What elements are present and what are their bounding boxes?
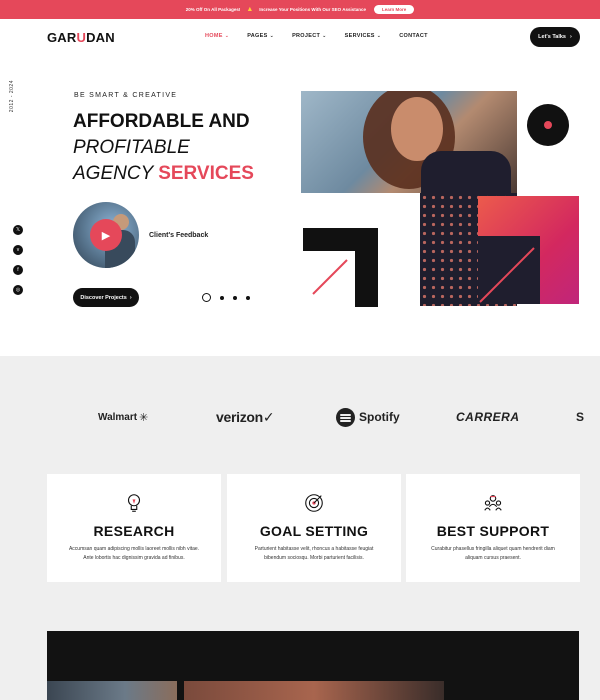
nav-item-home[interactable]: HOME ⌄ bbox=[205, 33, 229, 39]
card-desc: Curabitur phasellus fringilla aliquet qu… bbox=[431, 546, 555, 561]
instagram-icon[interactable]: ◎ bbox=[13, 285, 23, 295]
nav-item-project[interactable]: PROJECT ⌄ bbox=[292, 33, 327, 39]
card-title: GOAL SETTING bbox=[259, 523, 369, 539]
slider-dot-4[interactable] bbox=[246, 295, 250, 300]
hero-black-shape bbox=[303, 228, 378, 307]
promo-text: 20% Off On All Packages! bbox=[185, 7, 241, 12]
hero-line-2: PROFITABLE bbox=[73, 137, 190, 158]
vimeo-icon[interactable]: v bbox=[13, 245, 23, 255]
brand-carrera[interactable]: CARRERA bbox=[456, 405, 520, 429]
fire-icon: ▲ bbox=[246, 6, 254, 13]
brand-partial-label: S bbox=[576, 410, 585, 424]
brand-verizon[interactable]: verizon ✓ bbox=[216, 405, 275, 429]
hero-line-3-accent: SERVICES bbox=[158, 163, 254, 184]
nav-label: HOME bbox=[205, 33, 223, 39]
brand-logos: Walmart ✳ verizon ✓ Spotify CARRERA S bbox=[98, 405, 600, 429]
hero-photo-woman bbox=[301, 91, 517, 193]
chevron-right-icon: › bbox=[129, 294, 132, 301]
portfolio-thumb-1[interactable] bbox=[47, 681, 177, 700]
brand-walmart[interactable]: Walmart ✳ bbox=[98, 405, 148, 429]
slider-dot-2[interactable] bbox=[220, 295, 224, 300]
portfolio-thumb-2[interactable] bbox=[184, 681, 444, 700]
facebook-icon[interactable]: f bbox=[13, 265, 23, 275]
slider-dot-3[interactable] bbox=[233, 295, 237, 300]
brand-partial[interactable]: S bbox=[576, 405, 584, 429]
lightbulb-head-icon bbox=[127, 494, 141, 512]
slider-pagination bbox=[202, 293, 250, 302]
nav-item-services[interactable]: SERVICES ⌄ bbox=[345, 33, 382, 39]
gradient-shape-svg bbox=[478, 236, 540, 304]
chevron-right-icon: › bbox=[569, 34, 572, 40]
years-label: 2012 - 2024 bbox=[9, 80, 15, 113]
card-desc: Parturient habitasse velit, rhoncus a ha… bbox=[254, 546, 374, 561]
spotify-icon bbox=[336, 407, 355, 427]
brand-carrera-label: CARRERA bbox=[456, 410, 520, 424]
play-icon[interactable]: ▶ bbox=[90, 219, 122, 251]
chevron-down-icon: ⌄ bbox=[322, 33, 327, 39]
nav-item-pages[interactable]: PAGES ⌄ bbox=[247, 33, 274, 39]
feedback-video[interactable]: ▶ bbox=[73, 202, 139, 268]
client-feedback: ▶ Client's Feedback bbox=[73, 202, 208, 268]
nav-label: CONTACT bbox=[399, 33, 428, 39]
brand-verizon-label: verizon bbox=[216, 409, 263, 425]
badge-center bbox=[544, 121, 552, 129]
service-card-research[interactable]: RESEARCH Accumsan quam adipiscing mollis… bbox=[47, 474, 221, 582]
feedback-label: Client's Feedback bbox=[149, 231, 209, 239]
logo-accent: U bbox=[76, 30, 87, 45]
discover-projects-button[interactable]: Discover Projects › bbox=[73, 288, 139, 307]
card-desc: Accumsan quam adipiscing mollis laoreet … bbox=[68, 546, 200, 561]
service-card-goal-setting[interactable]: GOAL SETTING Parturient habitasse velit,… bbox=[227, 474, 401, 582]
discover-label: Discover Projects bbox=[80, 294, 127, 301]
card-title: RESEARCH bbox=[93, 523, 175, 539]
logo-part1: GAR bbox=[47, 30, 77, 45]
lets-talk-button[interactable]: Let's Talks › bbox=[530, 27, 580, 47]
hero-gradient-shape bbox=[478, 196, 579, 304]
target-icon bbox=[305, 494, 323, 512]
learn-more-button[interactable]: Learn More bbox=[373, 5, 415, 14]
photo-shirt bbox=[421, 151, 511, 193]
slider-dot-1[interactable] bbox=[202, 293, 211, 302]
hero-heading: AFFORDABLE AND PROFITABLE AGENCY SERVICE… bbox=[73, 109, 254, 187]
cta-label: Let's Talks bbox=[538, 34, 566, 40]
site-header: GARUDAN HOME ⌄ PAGES ⌄ PROJECT ⌄ SERVICES ⌄ … bbox=[0, 19, 600, 57]
hero-line-3: AGENCY SERVICES bbox=[73, 161, 254, 187]
nav-label: PAGES bbox=[247, 33, 268, 39]
logo[interactable]: GARUDAN bbox=[47, 30, 115, 45]
brand-spotify-label: Spotify bbox=[359, 410, 400, 424]
hero-line-3-prefix: AGENCY bbox=[73, 163, 153, 184]
brand-spotify[interactable]: Spotify bbox=[336, 405, 400, 429]
nav-label: SERVICES bbox=[344, 33, 375, 39]
service-card-best-support[interactable]: BEST SUPPORT Curabitur phasellus fringil… bbox=[406, 474, 580, 582]
nav-label: PROJECT bbox=[292, 33, 321, 39]
logo-part2: DAN bbox=[86, 30, 115, 45]
verizon-check-icon: ✓ bbox=[262, 408, 275, 425]
chevron-down-icon: ⌄ bbox=[376, 33, 382, 39]
brand-walmart-label: Walmart bbox=[98, 411, 138, 423]
chevron-down-icon: ⌄ bbox=[269, 33, 275, 39]
hero-kicker: BE SMART & CREATIVE bbox=[74, 92, 178, 99]
nav-item-contact[interactable]: CONTACT bbox=[399, 33, 428, 39]
black-shape-line bbox=[312, 259, 348, 295]
x-icon[interactable]: 𝕏 bbox=[13, 225, 23, 235]
main-nav: HOME ⌄ PAGES ⌄ PROJECT ⌄ SERVICES ⌄ CONTACT bbox=[205, 33, 428, 39]
social-links: 𝕏 v f ◎ bbox=[13, 225, 23, 295]
promo-bar: 20% Off On All Packages! ▲ Increase Your… bbox=[0, 0, 600, 19]
card-title: BEST SUPPORT bbox=[436, 523, 550, 539]
team-support-icon bbox=[484, 495, 502, 511]
chevron-down-icon: ⌄ bbox=[224, 33, 230, 39]
promo-text-2: Increase Your Positions With Our SEO Ass… bbox=[259, 7, 366, 12]
spinning-badge bbox=[527, 104, 569, 146]
walmart-spark-icon: ✳ bbox=[139, 411, 149, 424]
black-shape-svg bbox=[312, 259, 348, 295]
hero-line-1: AFFORDABLE AND bbox=[73, 111, 250, 132]
